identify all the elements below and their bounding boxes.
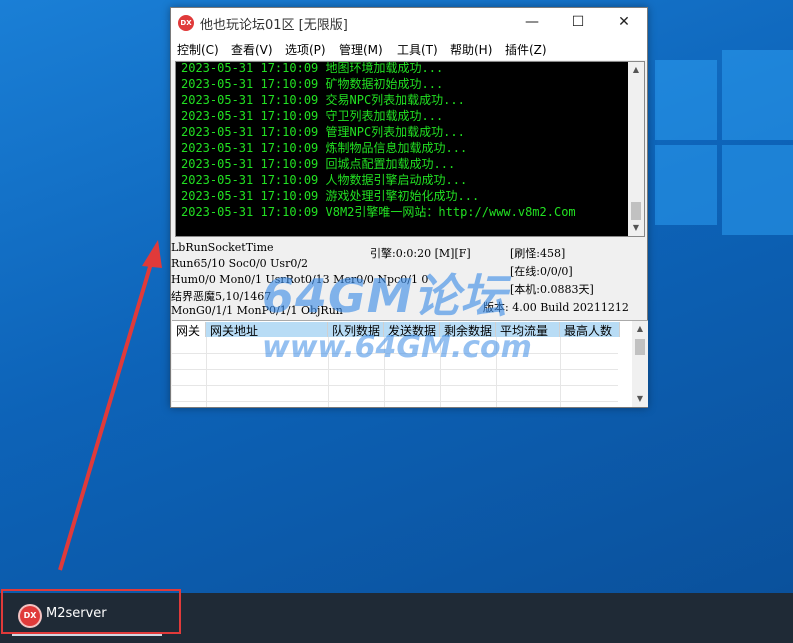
menu-tools[interactable]: 工具(T) — [397, 41, 438, 58]
close-button[interactable]: ✕ — [601, 8, 647, 38]
log-line: 2023-05-31 17:10:09 游戏处理引擎初始化成功... — [181, 189, 480, 203]
scroll-down-arrow-icon[interactable]: ▼ — [628, 220, 644, 236]
scroll-down-arrow-icon[interactable]: ▼ — [632, 391, 648, 407]
scroll-up-arrow-icon[interactable]: ▲ — [632, 321, 648, 337]
scroll-thumb[interactable] — [635, 339, 645, 355]
window-title: 他也玩论坛01区 [无限版] — [200, 18, 348, 33]
menu-bar: 控制(C) 查看(V) 选项(P) 管理(M) 工具(T) 帮助(H) 插件(Z… — [171, 38, 647, 60]
watermark-title: 64GM论坛 — [262, 269, 508, 323]
menu-manage[interactable]: 管理(M) — [339, 41, 383, 58]
log-line: 2023-05-31 17:10:09 管理NPC列表加载成功... — [181, 125, 465, 139]
watermark-url: www.64GM.com — [262, 330, 532, 365]
monster-stats: 结界恶魔5,10/1467 — [171, 290, 272, 303]
log-line: 2023-05-31 17:10:09 守卫列表加载成功... — [181, 109, 444, 123]
menu-plugins[interactable]: 插件(Z) — [505, 41, 547, 58]
log-console[interactable]: 2023-05-31 17:10:09 地图环境加载成功... 2023-05-… — [175, 61, 645, 237]
engine-status: 引擎:0:0:20 [M][F] — [370, 247, 471, 260]
menu-options[interactable]: 选项(P) — [285, 41, 326, 58]
log-line: 2023-05-31 17:10:09 V8M2引擎唯一网站：http://ww… — [181, 205, 576, 219]
minimize-button[interactable]: — — [509, 8, 555, 38]
table-scrollbar[interactable]: ▲ ▼ — [632, 321, 648, 407]
log-line: 2023-05-31 17:10:09 矿物数据初始成功... — [181, 77, 444, 91]
column-header[interactable]: 最高人数 — [560, 322, 620, 338]
log-line: 2023-05-31 17:10:09 人物数据引擎启动成功... — [181, 173, 468, 187]
scroll-thumb[interactable] — [631, 202, 641, 220]
app-icon: DX — [178, 15, 194, 31]
online-count: [在线:0/0/0] — [510, 265, 573, 278]
title-bar[interactable]: DX 他也玩论坛01区 [无限版] — ☐ ✕ — [171, 8, 647, 38]
scroll-up-arrow-icon[interactable]: ▲ — [628, 62, 644, 78]
log-line: 2023-05-31 17:10:09 回城点配置加载成功... — [181, 157, 456, 171]
refresh-monster-count: [刷怪:458] — [510, 247, 566, 260]
log-line: 2023-05-31 17:10:09 地图环境加载成功... — [181, 61, 444, 75]
menu-view[interactable]: 查看(V) — [231, 41, 273, 58]
active-indicator — [12, 634, 162, 636]
local-uptime: [本机:0.0883天] — [510, 283, 594, 296]
console-scrollbar[interactable]: ▲ ▼ — [628, 62, 644, 236]
maximize-button[interactable]: ☐ — [555, 8, 601, 38]
socket-time-label: LbRunSocketTime — [171, 241, 274, 254]
menu-control[interactable]: 控制(C) — [177, 41, 219, 58]
column-header[interactable]: 网关 — [172, 322, 206, 338]
annotation-highlight-box — [1, 589, 181, 634]
log-line: 2023-05-31 17:10:09 炼制物品信息加载成功... — [181, 141, 468, 155]
log-line: 2023-05-31 17:10:09 交易NPC列表加载成功... — [181, 93, 465, 107]
menu-help[interactable]: 帮助(H) — [450, 41, 492, 58]
